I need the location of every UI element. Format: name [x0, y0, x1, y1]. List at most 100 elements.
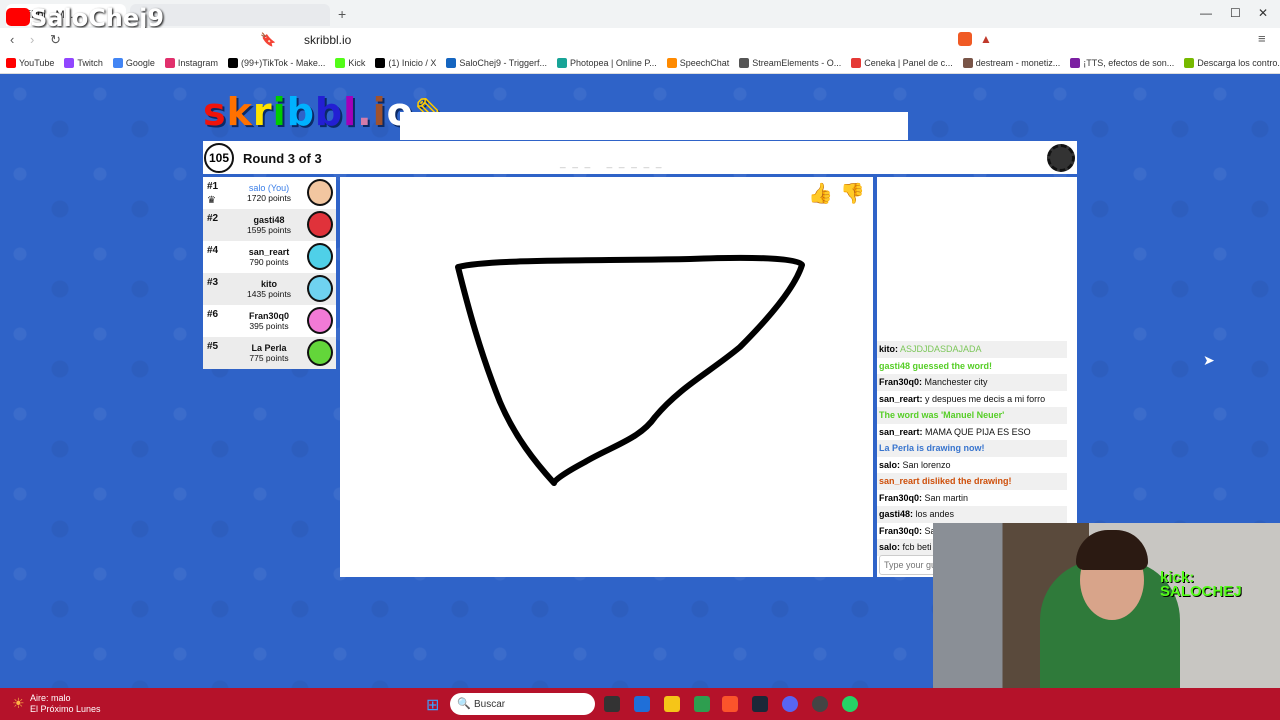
brave-browser-icon[interactable]	[722, 696, 738, 712]
chat-text: San lorenzo	[902, 459, 951, 470]
player-row[interactable]: #4 san_reart 790 points	[203, 241, 336, 273]
chat-user: Fran30q0:	[879, 377, 923, 387]
mouse-cursor-icon: ➤	[1203, 352, 1215, 368]
reload-icon[interactable]: ↻	[50, 32, 61, 48]
player-rank: #6	[207, 309, 219, 320]
bookmark-item[interactable]: Kick	[335, 57, 366, 68]
player-avatar	[307, 179, 333, 206]
discord-icon[interactable]	[782, 696, 798, 712]
bookmark-item[interactable]: Ceneka | Panel de c...	[851, 57, 953, 68]
bookmark-item[interactable]: ¡TTS, efectos de son...	[1070, 57, 1174, 68]
thumbs-up-icon[interactable]: 👍	[808, 181, 833, 206]
bookmark-icon[interactable]: 🔖	[260, 32, 276, 48]
bookmark-item[interactable]: SaloChej9 - Triggerf...	[446, 57, 547, 68]
player-name: san_reart	[248, 247, 290, 257]
new-tab-icon[interactable]: +	[338, 6, 346, 22]
chat-text: fcb beti	[902, 542, 932, 552]
search-icon: 🔍	[457, 698, 471, 710]
bookmark-favicon-icon	[739, 57, 750, 68]
chat-message: salo: San lorenzo	[877, 456, 1067, 473]
forward-icon[interactable]: ›	[30, 32, 34, 47]
word-hint: _ _ _ _ _ _ _ _	[560, 158, 664, 169]
bookmark-item[interactable]: destream - monetiz...	[962, 57, 1061, 68]
bookmark-label: Twitch	[77, 57, 103, 68]
chat-text: MAMA QUE PIJA ES ESO	[925, 426, 1031, 437]
player-list: #1 ♛ salo (You) 1720 points #2 gasti48 1595 po…	[203, 177, 336, 369]
store-icon[interactable]	[634, 696, 650, 712]
bookmark-item[interactable]: Photopea | Online P...	[556, 57, 657, 68]
chat-text: y despues me decis a mi forro	[925, 393, 1046, 404]
bookmark-label: (1) Inicio / X	[388, 57, 437, 68]
brave-shield-icon[interactable]	[958, 32, 972, 46]
chat-text: gasti48 guessed the word!	[879, 360, 993, 371]
chat-user: salo:	[879, 542, 901, 552]
maximize-icon[interactable]: ☐	[1230, 6, 1241, 20]
player-row[interactable]: #1 ♛ salo (You) 1720 points	[203, 177, 336, 209]
player-points: 775 points	[249, 353, 289, 363]
obs-icon[interactable]	[812, 696, 828, 712]
bookmark-item[interactable]: Descarga los contro...	[1184, 57, 1280, 68]
chat-message: san_reart: y despues me decis a mi forro	[877, 390, 1067, 407]
bookmark-item[interactable]: Twitch	[64, 57, 103, 68]
bookmark-label: Kick	[348, 57, 366, 68]
app-icon[interactable]	[694, 696, 710, 712]
player-rank: #4	[207, 245, 219, 256]
bookmark-item[interactable]: (99+)TikTok - Make...	[227, 57, 325, 68]
close-icon[interactable]: ✕	[1258, 6, 1268, 20]
bookmark-label: SaloChej9 - Triggerf...	[459, 57, 547, 68]
address-bar: ‹ › ↻ 🔖 skribbl.io ▲ ≡	[0, 28, 1280, 53]
chat-user: gasti48:	[879, 509, 914, 519]
windows-start-icon[interactable]: ⊞	[426, 695, 439, 715]
file-explorer-icon[interactable]	[664, 696, 680, 712]
bookmark-item[interactable]: StreamElements - O...	[739, 57, 841, 68]
player-row[interactable]: #2 gasti48 1595 points	[203, 209, 336, 241]
bookmark-favicon-icon	[6, 57, 16, 68]
kick-label: kick: SALOCHEJ	[1160, 569, 1242, 600]
bookmark-item[interactable]: Instagram	[164, 57, 218, 68]
weather-widget[interactable]: Aire: malo El Próximo Lunes	[30, 693, 101, 715]
chat-message: The word was 'Manuel Neuer'	[877, 407, 1067, 424]
chat-message: gasti48 guessed the word!	[877, 357, 1067, 374]
minimize-icon[interactable]: —	[1200, 6, 1212, 20]
player-row[interactable]: #5 La Perla 775 points	[203, 337, 336, 369]
chat-message: san_reart disliked the drawing!	[877, 473, 1067, 490]
bookmark-label: Instagram	[177, 57, 218, 68]
thumbs-down-icon[interactable]: 👎	[840, 181, 865, 206]
timer-clock: 105	[204, 143, 234, 173]
bookmarks-bar: YouTube Twitch Google Instagram (99+)TikTok …	[0, 52, 1280, 74]
chat-message: Fran30q0: San martin	[877, 489, 1067, 506]
player-points: 1720 points	[247, 193, 291, 203]
bookmark-favicon-icon	[375, 57, 386, 68]
rewards-icon[interactable]: ▲	[980, 32, 992, 46]
bookmark-favicon-icon	[851, 57, 862, 68]
player-rank: #2	[207, 213, 219, 224]
steam-icon[interactable]	[752, 696, 768, 712]
chat-user: Fran30q0:	[879, 525, 923, 536]
bookmark-label: destream - monetiz...	[975, 57, 1061, 68]
bookmark-favicon-icon	[227, 57, 238, 68]
player-name: La Perla	[251, 343, 287, 353]
gear-icon[interactable]	[1047, 144, 1075, 172]
menu-icon[interactable]: ≡	[1258, 31, 1266, 46]
bookmark-item[interactable]: Google	[112, 57, 155, 68]
bookmark-item[interactable]: SpeechChat	[666, 57, 729, 68]
url-input[interactable]: skribbl.io	[280, 31, 900, 49]
bookmark-item[interactable]: (1) Inicio / X	[375, 57, 437, 68]
whatsapp-icon[interactable]	[842, 696, 858, 712]
bookmark-favicon-icon	[962, 57, 973, 68]
drawing-canvas[interactable]	[340, 177, 873, 577]
player-avatar	[307, 275, 333, 302]
back-icon[interactable]: ‹	[10, 32, 14, 47]
bookmark-item[interactable]: YouTube	[6, 57, 54, 68]
chat-user: kito:	[879, 344, 898, 354]
drawn-shape	[455, 254, 805, 486]
chat-message: san_reart: MAMA QUE PIJA ES ESO	[877, 423, 1067, 440]
player-row[interactable]: #6 Fran30q0 395 points	[203, 305, 336, 337]
youtube-logo-icon	[6, 8, 30, 26]
player-row[interactable]: #3 kito 1435 points	[203, 273, 336, 305]
taskbar-search[interactable]: Buscar	[450, 693, 595, 715]
player-avatar	[307, 339, 333, 366]
player-name: gasti48	[253, 215, 285, 225]
task-view-icon[interactable]	[604, 696, 620, 712]
bookmark-favicon-icon	[1184, 57, 1195, 68]
